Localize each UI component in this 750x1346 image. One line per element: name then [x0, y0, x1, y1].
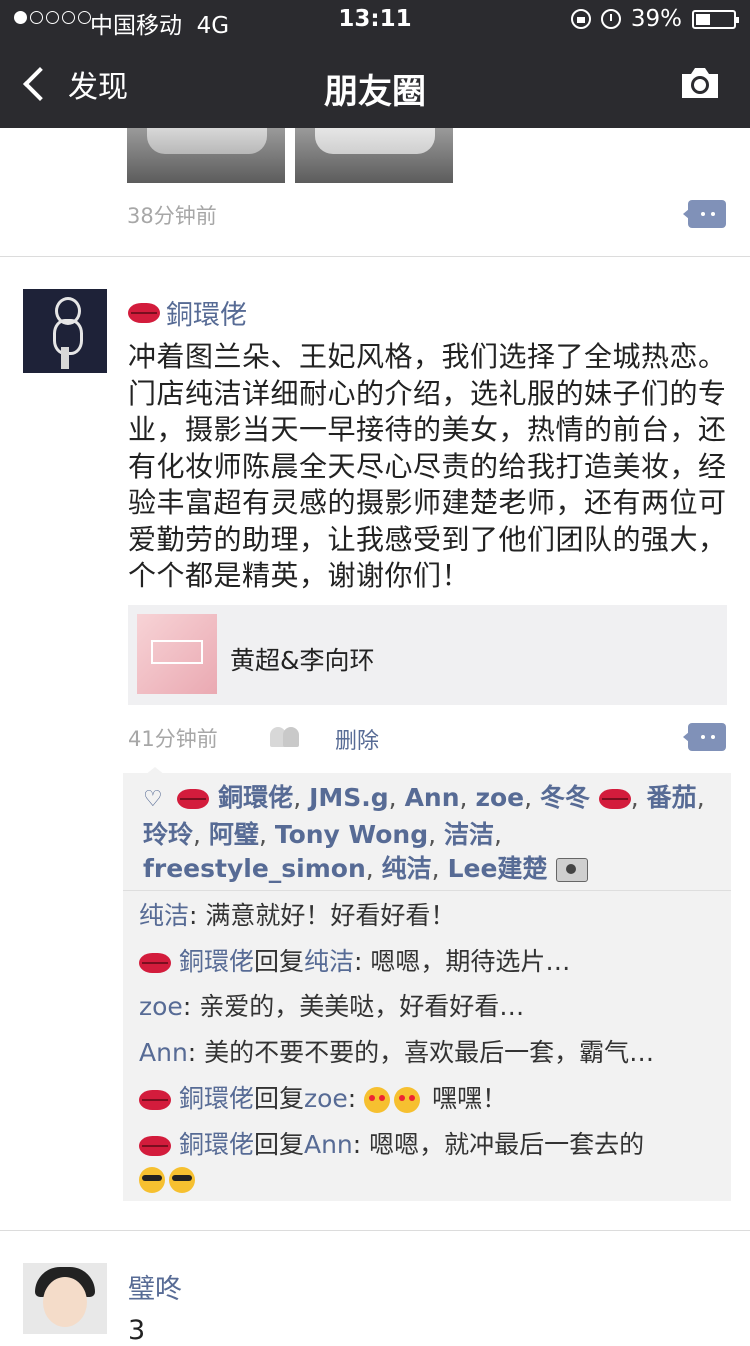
camera-icon[interactable]: [678, 66, 722, 100]
reply-target-name[interactable]: Ann: [304, 1130, 353, 1159]
like-name[interactable]: JMS.g: [309, 783, 389, 812]
post-text: 冲着图兰朵、王妃风格，我们选择了全城热恋。门店纯洁详细耐心的介绍，选礼服的妹子们…: [128, 340, 727, 592]
link-cover-image: [137, 614, 217, 694]
reply-word: 回复: [253, 947, 304, 976]
commenter-name[interactable]: 銅環佬: [179, 947, 254, 976]
comment-item[interactable]: 纯洁: 满意就好！好看好看！: [139, 899, 719, 933]
photo-thumbnail[interactable]: [127, 128, 285, 183]
like-name[interactable]: freestyle_simon: [143, 854, 366, 883]
commenter-name[interactable]: 纯洁: [139, 901, 189, 930]
battery-percent: 39%: [630, 6, 682, 32]
heart-eyes-emoji-icon: [364, 1087, 391, 1113]
commenter-name[interactable]: 銅環佬: [179, 1084, 254, 1113]
sunglasses-emoji-icon: [139, 1167, 165, 1193]
like-name[interactable]: Tony Wong: [275, 820, 428, 849]
alarm-icon: [600, 9, 621, 29]
commenter-name[interactable]: 銅環佬: [179, 1130, 254, 1159]
like-name[interactable]: 纯洁: [382, 854, 432, 883]
like-name[interactable]: 阿璧: [209, 820, 259, 849]
avatar[interactable]: [23, 1263, 107, 1334]
rotation-lock-icon: [570, 9, 591, 29]
author-name[interactable]: 銅環佬: [166, 293, 247, 332]
author-name[interactable]: 璧咚: [128, 1267, 182, 1306]
comment-menu-button[interactable]: [683, 723, 726, 751]
heart-eyes-emoji-icon: [394, 1087, 421, 1113]
comment-item[interactable]: 銅環佬回复zoe: 嘿嘿！: [139, 1082, 719, 1116]
comment-item[interactable]: Ann: 美的不要不要的，喜欢最后一套，霸气…: [139, 1036, 719, 1070]
visibility-group-icon[interactable]: [270, 727, 300, 747]
comment-menu-button[interactable]: [683, 200, 726, 228]
next-post: 璧咚 3: [0, 1231, 750, 1346]
comment-text: 美的不要不要的，喜欢最后一套，霸气…: [204, 1038, 655, 1067]
comment-text: 嘿嘿！: [432, 1084, 508, 1113]
reply-target-name[interactable]: 纯洁: [304, 947, 354, 976]
sunglasses-emoji-icon: [169, 1167, 195, 1193]
divider: [123, 890, 731, 891]
comment-item[interactable]: 銅環佬回复纯洁: 嗯嗯，期待选片…: [139, 945, 719, 979]
status-bar: 中国移动 4G 13:11 39%: [0, 0, 750, 40]
comment-text: 亲爱的，美美哒，好看好看…: [199, 992, 525, 1021]
comment-text: 满意就好！好看好看！: [205, 901, 456, 930]
status-right: 39%: [570, 6, 739, 32]
commenter-name[interactable]: Ann: [139, 1038, 188, 1067]
kiss-lips-icon: [128, 302, 160, 323]
comment-item[interactable]: 銅環佬回复Ann: 嗯嗯，就冲最后一套去的: [139, 1128, 719, 1196]
post-time: 41分钟前: [128, 727, 218, 751]
post-text: 3: [128, 1315, 146, 1346]
previous-post: 38分钟前: [0, 128, 750, 257]
like-name[interactable]: Ann: [405, 783, 460, 812]
shared-link-card[interactable]: 黄超&李向环: [128, 605, 727, 705]
reply-target-name[interactable]: zoe: [304, 1084, 348, 1113]
like-name[interactable]: zoe: [475, 783, 524, 812]
reply-word: 回复: [253, 1084, 304, 1113]
kiss-lips-icon: [139, 1136, 171, 1156]
battery-icon: [692, 9, 739, 29]
like-name[interactable]: 洁洁: [444, 820, 494, 849]
camera-emoji-icon: [556, 858, 589, 882]
page-title: 朋友圈: [324, 72, 426, 112]
like-name[interactable]: 冬冬: [540, 783, 590, 812]
comment-item[interactable]: zoe: 亲爱的，美美哒，好看好看…: [139, 990, 719, 1024]
kiss-lips-icon: [139, 953, 171, 973]
author-row: 銅環佬: [128, 293, 247, 332]
like-name[interactable]: 番茄: [647, 783, 697, 812]
likes-and-comments: ♡ 銅環佬, JMS.g, Ann, zoe, 冬冬 , 番茄, 玲玲, 阿璧,…: [123, 767, 731, 1201]
like-name[interactable]: 銅環佬: [218, 783, 293, 812]
top-bar: 中国移动 4G 13:11 39% 发现 朋友圈: [0, 0, 750, 128]
likes-list: ♡ 銅環佬, JMS.g, Ann, zoe, 冬冬 , 番茄, 玲玲, 阿璧,…: [143, 783, 705, 883]
photo-thumbnail[interactable]: [295, 128, 453, 183]
heart-icon: ♡: [143, 787, 163, 812]
comment-text: 嗯嗯，期待选片…: [370, 947, 571, 976]
commenter-name[interactable]: zoe: [139, 992, 183, 1021]
link-title: 黄超&李向环: [230, 646, 375, 675]
kiss-lips-icon: [598, 789, 631, 809]
like-name[interactable]: 玲玲: [143, 820, 193, 849]
comment-text: 嗯嗯，就冲最后一套去的: [369, 1130, 645, 1159]
post-time: 38分钟前: [127, 204, 217, 228]
like-name[interactable]: Lee建楚: [448, 854, 548, 883]
avatar[interactable]: [23, 289, 107, 373]
kiss-lips-icon: [139, 1090, 171, 1110]
delete-button[interactable]: 删除: [335, 723, 379, 755]
reply-word: 回复: [253, 1130, 304, 1159]
moment-post: 銅環佬 冲着图兰朵、王妃风格，我们选择了全城热恋。门店纯洁详细耐心的介绍，选礼服…: [0, 257, 750, 1231]
kiss-lips-icon: [177, 789, 210, 809]
